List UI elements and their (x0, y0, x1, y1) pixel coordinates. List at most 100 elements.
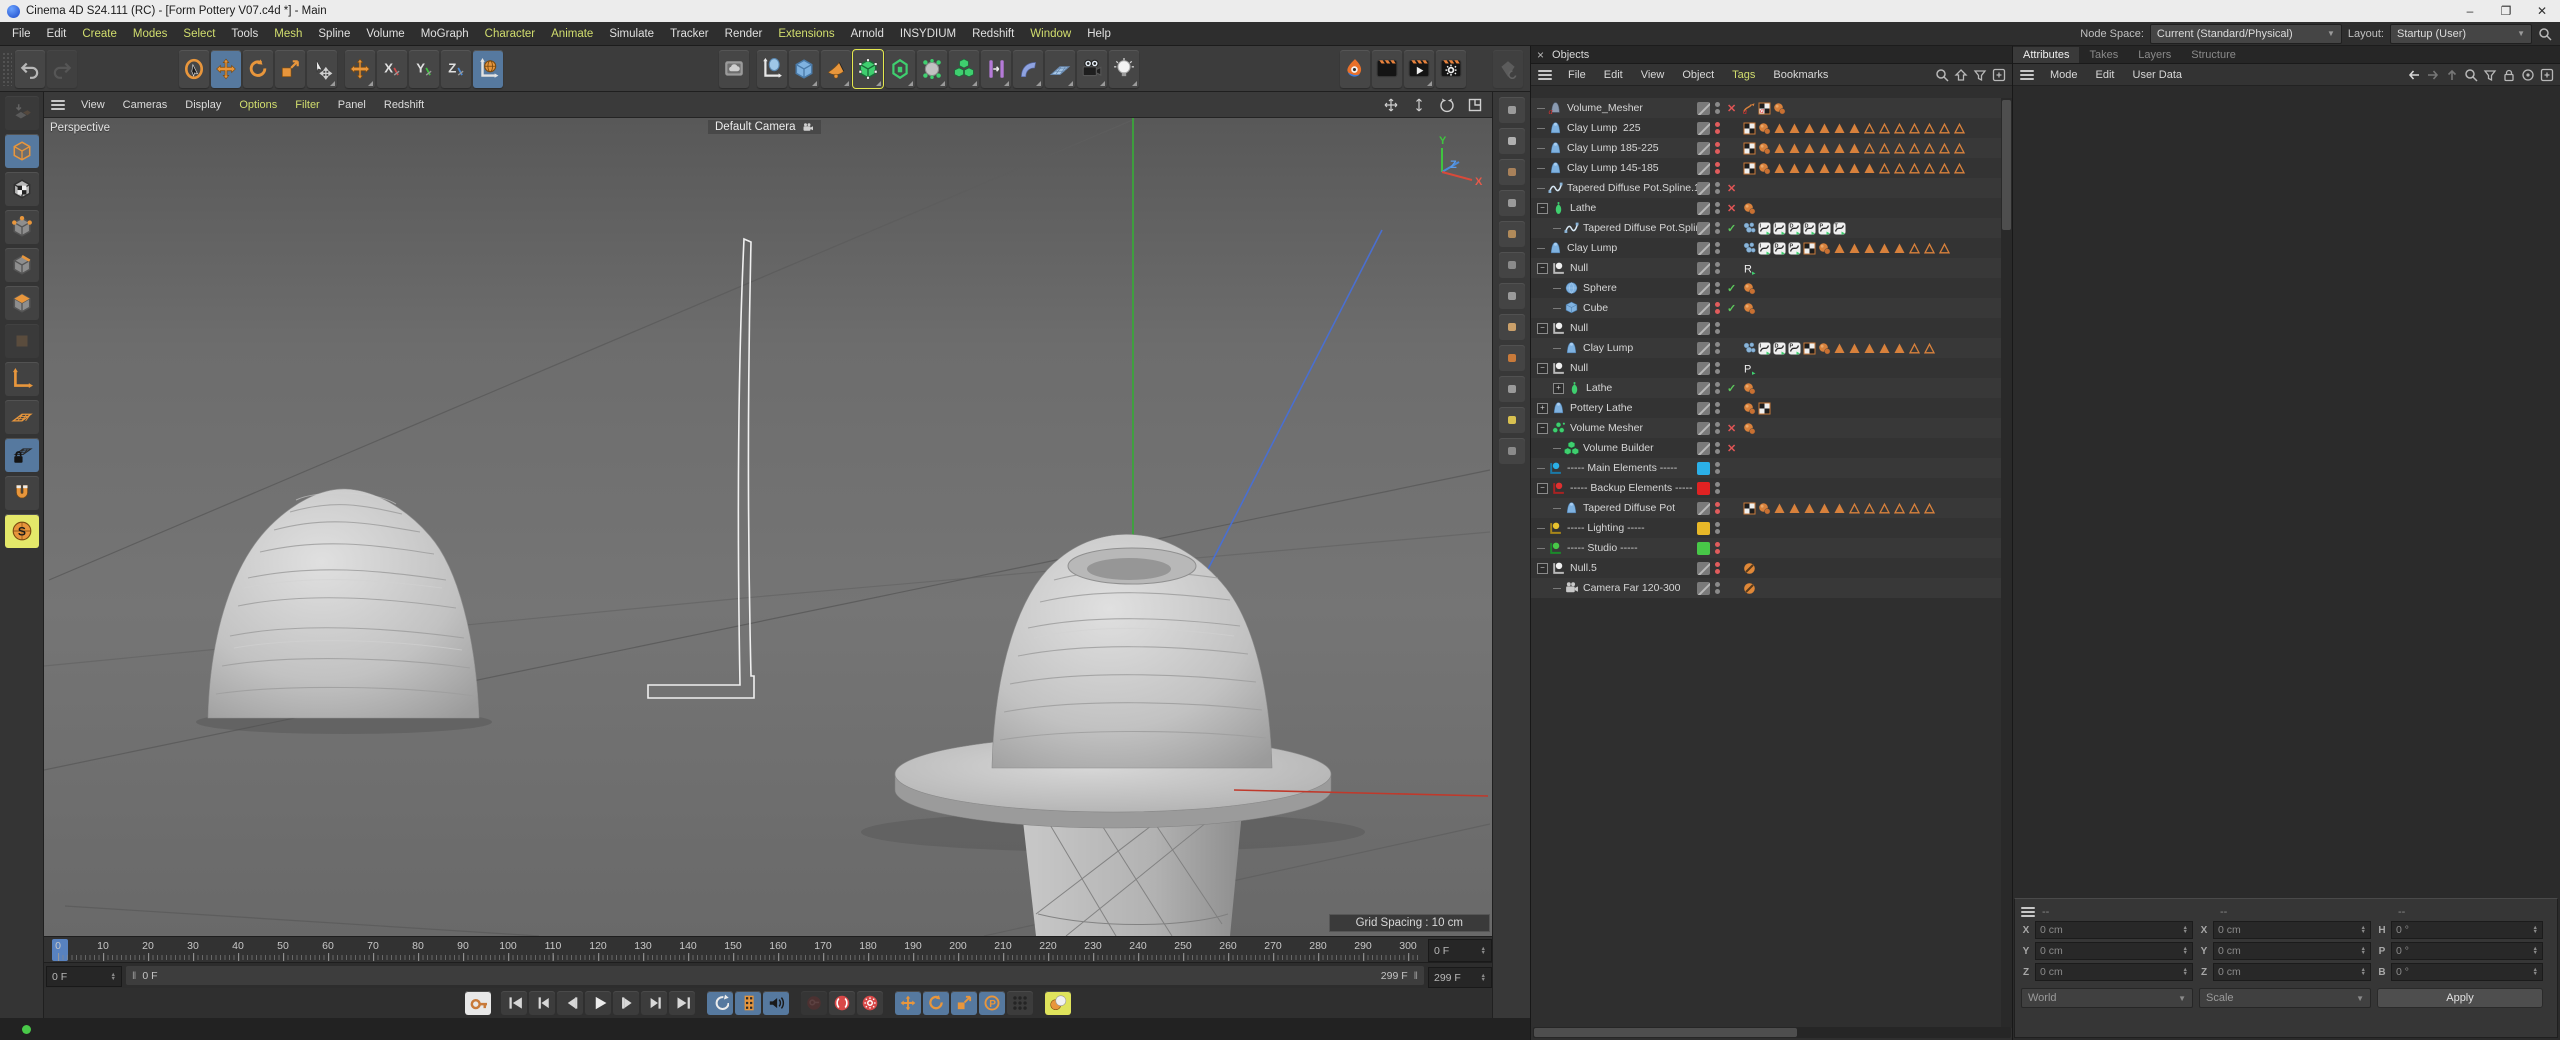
menu-arnold[interactable]: Arnold (843, 28, 892, 40)
tag-sI[interactable]: I (1758, 242, 1771, 255)
attr-forward-icon[interactable] (2426, 68, 2440, 82)
goto-next-frame[interactable] (613, 991, 639, 1015)
objects-menu-edit[interactable]: Edit (1595, 69, 1632, 81)
object-name[interactable]: Lathe (1570, 202, 1596, 214)
tag-check[interactable] (1803, 342, 1816, 355)
tag-to[interactable] (1893, 162, 1906, 175)
viewport-menu-options[interactable]: Options (230, 99, 286, 111)
timeline-ruler[interactable]: 0102030405060708090100110120130140150160… (44, 936, 1492, 962)
object-row[interactable]: Tapered Diffuse Pot (1531, 498, 2013, 518)
layer-color-swatch[interactable] (1697, 142, 1710, 155)
tag-tf[interactable] (1833, 162, 1846, 175)
tag-sD[interactable]: D (1803, 222, 1816, 235)
tag-sP[interactable]: P (1788, 342, 1801, 355)
tag-tf[interactable] (1863, 242, 1876, 255)
tag-to[interactable] (1908, 342, 1921, 355)
palette-icon-6[interactable] (1499, 252, 1525, 278)
object-row[interactable]: Clay Lump 225 (1531, 118, 2013, 138)
layer-color-swatch[interactable] (1697, 362, 1710, 375)
tag-to[interactable] (1893, 502, 1906, 515)
preview-range-bar[interactable]: ‖ 0 F 299 F ‖ (126, 966, 1424, 985)
scale-tool[interactable] (275, 50, 305, 88)
object-row[interactable]: Clay Lump 185-225 (1531, 138, 2013, 158)
object-row[interactable]: ----- Main Elements ----- (1531, 458, 2013, 478)
tag-to[interactable] (1893, 122, 1906, 135)
tag-tf[interactable] (1803, 502, 1816, 515)
objects-menu-bookmarks[interactable]: Bookmarks (1764, 69, 1837, 81)
disabled-cross-icon[interactable]: ✕ (1727, 198, 1736, 218)
palette-icon-5[interactable] (1499, 221, 1525, 247)
cage-deformer[interactable] (917, 50, 947, 88)
object-name[interactable]: Null.5 (1570, 562, 1597, 574)
key-pla[interactable] (1007, 991, 1033, 1015)
tag-check[interactable] (1743, 162, 1756, 175)
tag-tf[interactable] (1863, 162, 1876, 175)
expand-toggle[interactable]: − (1537, 203, 1548, 214)
objects-menu-view[interactable]: View (1632, 69, 1674, 81)
tag-ball[interactable] (1758, 142, 1771, 155)
tag-to[interactable] (1923, 142, 1936, 155)
environment-floor[interactable] (1045, 50, 1075, 88)
axis-move-tool[interactable] (345, 50, 375, 88)
visibility-dots[interactable] (1715, 358, 1720, 378)
object-name[interactable]: Volume Mesher (1570, 422, 1643, 434)
menu-create[interactable]: Create (74, 28, 125, 40)
autokeying-toggle[interactable] (1045, 991, 1071, 1015)
attributes-menu-mode[interactable]: Mode (2041, 69, 2087, 81)
tag-sT[interactable]: T (1833, 222, 1846, 235)
modeling-axis[interactable] (757, 50, 787, 88)
object-name[interactable]: Clay Lump 145-185 (1567, 162, 1659, 174)
objects-menu-object[interactable]: Object (1673, 69, 1723, 81)
layer-color-swatch[interactable] (1697, 282, 1710, 295)
tag-tf[interactable] (1788, 162, 1801, 175)
objects-filter-icon[interactable] (1973, 68, 1987, 82)
tag-to[interactable] (1923, 162, 1936, 175)
tag-to[interactable] (1923, 342, 1936, 355)
tag-to[interactable] (1908, 242, 1921, 255)
goto-end[interactable] (669, 991, 695, 1015)
tag-to[interactable] (1938, 162, 1951, 175)
scene-light[interactable] (1109, 50, 1139, 88)
layer-color-swatch[interactable] (1697, 502, 1710, 515)
object-row[interactable]: Sphere✓ (1531, 278, 2013, 298)
object-name[interactable]: Volume_Mesher (1567, 102, 1643, 114)
tag-to[interactable] (1953, 142, 1966, 155)
object-row[interactable]: Clay LumpIDP (1531, 338, 2013, 358)
coord-field-y[interactable]: 0 cm▲▼ (2035, 942, 2193, 960)
lock-z-axis[interactable]: Z (441, 50, 471, 88)
palette-icon-3[interactable] (1499, 159, 1525, 185)
tag-to[interactable] (1878, 162, 1891, 175)
objects-tab[interactable]: Objects (1552, 49, 1589, 61)
tag-ball[interactable] (1743, 422, 1756, 435)
layer-color-swatch[interactable] (1697, 322, 1710, 335)
live-selection-tool[interactable] (179, 50, 209, 88)
menu-window[interactable]: Window (1022, 28, 1079, 40)
expand-toggle[interactable]: + (1537, 403, 1548, 414)
expand-toggle[interactable]: − (1537, 423, 1548, 434)
tag-tf[interactable] (1773, 502, 1786, 515)
viewport[interactable]: ViewCamerasDisplayOptionsFilterPanelReds… (44, 92, 1492, 936)
objects-vertical-scrollbar[interactable] (2001, 98, 2012, 1028)
tag-to[interactable] (1863, 122, 1876, 135)
visibility-dots[interactable] (1715, 498, 1720, 518)
object-row[interactable]: Clay LumpIDP (1531, 238, 2013, 258)
layer-color-swatch[interactable] (1697, 342, 1710, 355)
tag-check[interactable] (1758, 402, 1771, 415)
coord-field-x[interactable]: 0 cm▲▼ (2213, 921, 2371, 939)
deformers[interactable] (1013, 50, 1043, 88)
tag-to[interactable] (1878, 502, 1891, 515)
tag-tf[interactable] (1848, 342, 1861, 355)
tag-tf[interactable] (1803, 162, 1816, 175)
layer-color-swatch[interactable] (1697, 222, 1710, 235)
edge-mode[interactable] (5, 248, 39, 282)
palette-icon-10[interactable] (1499, 376, 1525, 402)
tag-ball[interactable] (1743, 402, 1756, 415)
tag-to[interactable] (1908, 502, 1921, 515)
menu-tools[interactable]: Tools (223, 28, 266, 40)
object-axis-mode[interactable] (5, 324, 39, 358)
attr-search-icon[interactable] (2464, 68, 2478, 82)
layer-color-swatch[interactable] (1697, 522, 1710, 535)
visibility-dots[interactable] (1715, 198, 1720, 218)
enabled-check-icon[interactable]: ✓ (1727, 378, 1736, 398)
goto-next-key[interactable] (641, 991, 667, 1015)
